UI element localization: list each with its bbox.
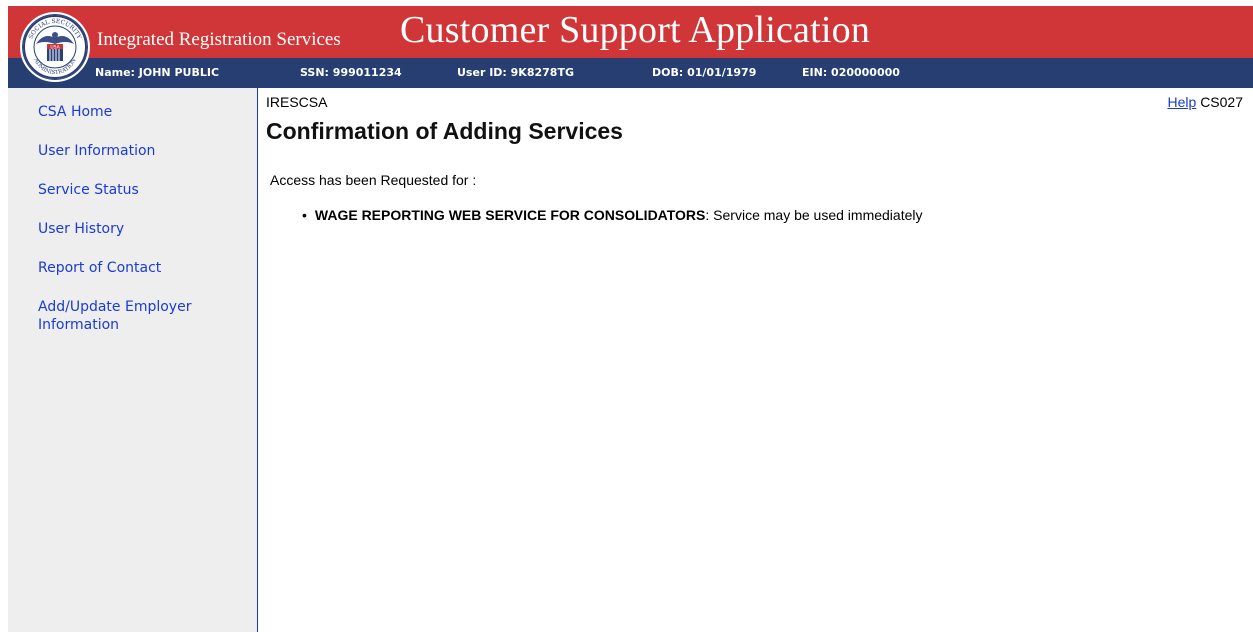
- app-name: Integrated Registration Services: [97, 29, 341, 50]
- sidebar-item-csa-home[interactable]: CSA Home: [38, 103, 248, 121]
- page-title: Confirmation of Adding Services: [266, 118, 623, 144]
- app-title: Customer Support Application: [400, 9, 871, 51]
- ein-info: EIN: 020000000: [802, 66, 900, 79]
- service-name: WAGE REPORTING WEB SERVICE FOR CONSOLIDA…: [314, 207, 706, 223]
- service-list: WAGE REPORTING WEB SERVICE FOR CONSOLIDA…: [302, 207, 923, 223]
- sidebar-item-add-update-employer[interactable]: Add/Update Employer Information: [38, 298, 248, 334]
- page-code: CS027: [1200, 94, 1243, 110]
- system-code: IRESCSA: [266, 94, 328, 110]
- ssa-seal-logo: USA SOCIAL SECURITY ADMINISTRATION: [20, 12, 90, 82]
- sidebar-item-user-history[interactable]: User History: [38, 220, 248, 238]
- svg-text:USA: USA: [50, 45, 60, 51]
- dob-info: DOB: 01/01/1979: [652, 66, 757, 79]
- ssn-info: SSN: 999011234: [300, 66, 402, 79]
- sidebar-item-user-information[interactable]: User Information: [38, 142, 248, 160]
- user-id-info: User ID: 9K8278TG: [457, 66, 574, 79]
- service-status: : Service may be used immediately: [705, 207, 923, 223]
- list-item: WAGE REPORTING WEB SERVICE FOR CONSOLIDA…: [302, 207, 923, 223]
- help-link[interactable]: Help: [1168, 94, 1197, 110]
- page-code-area: Help CS027: [1168, 94, 1244, 110]
- sidebar: CSA Home User Information Service Status…: [8, 88, 258, 632]
- sidebar-item-service-status[interactable]: Service Status: [38, 181, 248, 199]
- access-requested-label: Access has been Requested for :: [270, 172, 477, 188]
- user-name-info: Name: JOHN PUBLIC: [95, 66, 220, 79]
- sidebar-item-report-of-contact[interactable]: Report of Contact: [38, 259, 248, 277]
